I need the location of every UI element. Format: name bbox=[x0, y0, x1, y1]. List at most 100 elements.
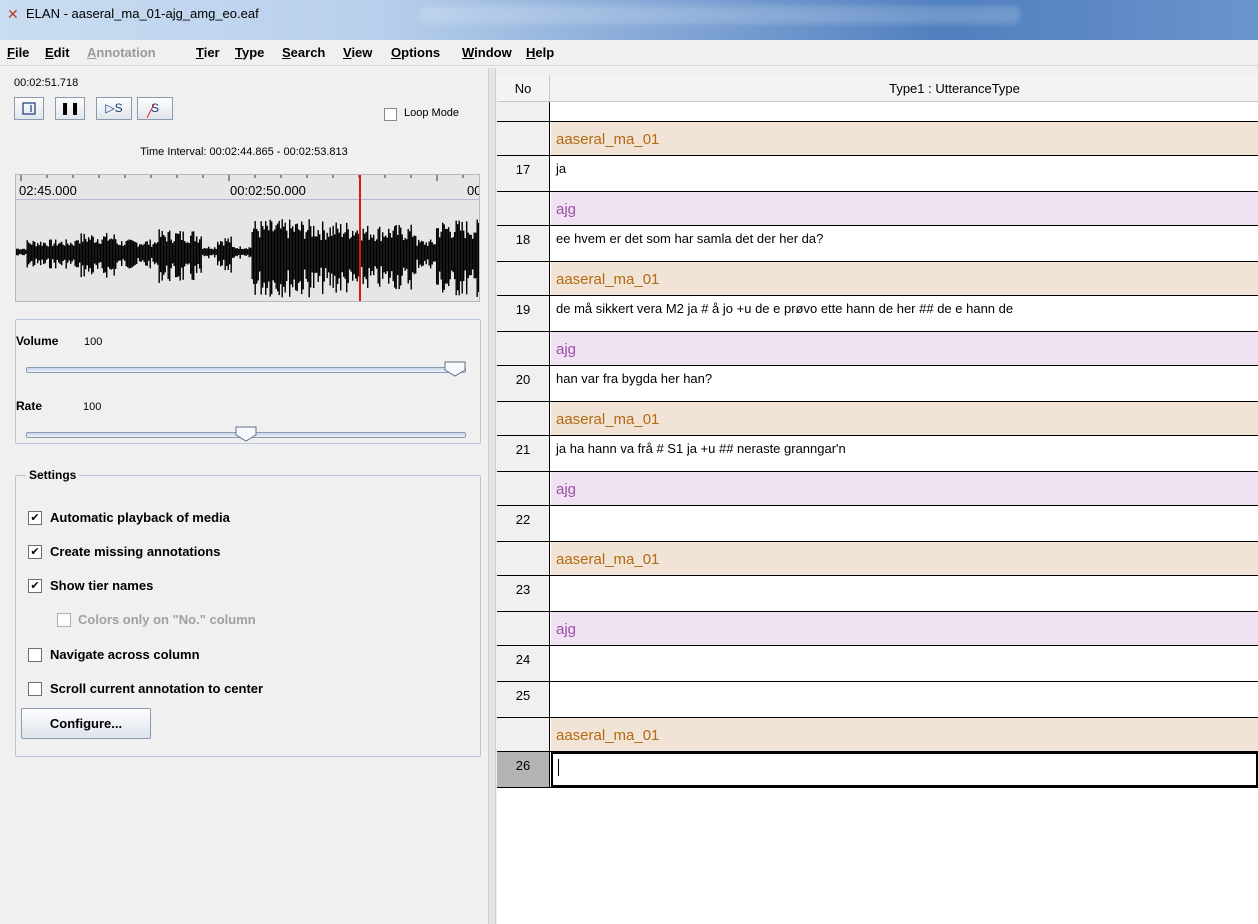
configure-button[interactable]: Configure... bbox=[21, 708, 151, 739]
waveform-sample bbox=[160, 236, 162, 273]
stop-s-button[interactable]: S ╱ bbox=[137, 97, 173, 120]
split-pane-divider[interactable] bbox=[488, 68, 496, 924]
annotation-cell[interactable] bbox=[551, 682, 1258, 717]
table-row[interactable]: 17 ja bbox=[497, 156, 1258, 192]
waveform-sample bbox=[418, 239, 420, 268]
waveform-sample bbox=[400, 227, 402, 286]
tier-name-row[interactable]: ajg bbox=[497, 472, 1258, 506]
rate-slider-thumb[interactable] bbox=[235, 426, 257, 442]
tier-name-cell[interactable]: ajg bbox=[551, 332, 1258, 365]
menu-type[interactable]: Type bbox=[235, 45, 264, 60]
tier-name-row[interactable]: aaseral_ma_01 bbox=[497, 542, 1258, 576]
waveform-sample bbox=[370, 234, 372, 276]
waveform-sample bbox=[220, 241, 222, 267]
scroll-to-center-checkbox[interactable] bbox=[28, 682, 42, 696]
row-number bbox=[497, 122, 550, 155]
waveform-sample bbox=[289, 219, 291, 297]
loop-mode-checkbox[interactable] bbox=[384, 108, 397, 121]
tier-name-row[interactable]: aaseral_ma_01 bbox=[497, 718, 1258, 752]
waveform-sample bbox=[91, 235, 93, 275]
menu-options[interactable]: Options bbox=[391, 45, 440, 60]
volume-slider-thumb[interactable] bbox=[444, 361, 466, 377]
waveform-sample bbox=[233, 247, 235, 258]
tier-name-cell[interactable]: aaseral_ma_01 bbox=[551, 542, 1258, 575]
waveform-sample bbox=[308, 219, 310, 298]
column-header-no[interactable]: No bbox=[497, 75, 550, 102]
table-row[interactable]: 24 bbox=[497, 646, 1258, 682]
pause-button[interactable]: ❚❚ bbox=[55, 97, 85, 120]
waveform-sample bbox=[61, 241, 63, 266]
tier-name-cell[interactable]: ajg bbox=[551, 612, 1258, 645]
tier-name-row[interactable]: ajg bbox=[497, 612, 1258, 646]
annotation-cell[interactable]: de må sikkert vera M2 ja # å jo +u de e … bbox=[551, 296, 1258, 331]
waveform-sample bbox=[430, 239, 432, 269]
auto-playback-checkbox[interactable]: ✔ bbox=[28, 511, 42, 525]
table-row[interactable]: 19 de må sikkert vera M2 ja # å jo +u de … bbox=[497, 296, 1258, 332]
playhead-cursor[interactable] bbox=[359, 175, 361, 301]
colors-only-no-column-checkbox[interactable] bbox=[57, 613, 71, 627]
waveform-viewer[interactable]: 02:45.000 00:02:50.000 00 bbox=[15, 174, 480, 302]
table-row[interactable]: 23 bbox=[497, 576, 1258, 612]
annotation-cell[interactable]: ja bbox=[551, 156, 1258, 191]
waveform-sample bbox=[480, 227, 481, 286]
waveform-sample bbox=[473, 232, 475, 279]
annotation-cell[interactable] bbox=[551, 506, 1258, 541]
table-row[interactable]: 20 han var fra bygda her han? bbox=[497, 366, 1258, 402]
waveform-sample bbox=[439, 237, 441, 272]
waveform-sample bbox=[188, 243, 190, 264]
annotation-cell[interactable]: han var fra bygda her han? bbox=[551, 366, 1258, 401]
checkmark-icon: ✔ bbox=[30, 546, 40, 558]
waveform-sample bbox=[236, 248, 238, 257]
title-bar-blurred-area bbox=[420, 6, 1020, 24]
annotation-cell[interactable] bbox=[551, 576, 1258, 611]
tier-name-cell[interactable]: ajg bbox=[551, 192, 1258, 225]
waveform-sample bbox=[245, 248, 247, 256]
tier-name-row[interactable]: aaseral_ma_01 bbox=[497, 402, 1258, 436]
play-selection-button[interactable] bbox=[14, 97, 44, 120]
menu-tier[interactable]: Tier bbox=[196, 45, 220, 60]
annotation-cell[interactable] bbox=[551, 752, 1258, 787]
tier-name-cell[interactable]: aaseral_ma_01 bbox=[551, 122, 1258, 155]
menu-search[interactable]: Search bbox=[282, 45, 325, 60]
waveform-sample bbox=[176, 233, 178, 278]
waveform-sample bbox=[325, 239, 327, 269]
play-s-button[interactable]: ▷S bbox=[96, 97, 132, 120]
table-row[interactable]: 22 bbox=[497, 506, 1258, 542]
row-number bbox=[497, 472, 550, 505]
menu-file[interactable]: File bbox=[7, 45, 29, 60]
tier-name-row[interactable]: ajg bbox=[497, 192, 1258, 226]
annotation-cell[interactable]: ja ha hann va frå # S1 ja +u ## neraste … bbox=[551, 436, 1258, 471]
create-missing-checkbox[interactable]: ✔ bbox=[28, 545, 42, 559]
row-number: 25 bbox=[497, 682, 550, 717]
tier-name-row[interactable]: aaseral_ma_01 bbox=[497, 262, 1258, 296]
navigate-across-column-checkbox[interactable] bbox=[28, 648, 42, 662]
tier-name-cell[interactable]: aaseral_ma_01 bbox=[551, 262, 1258, 295]
volume-slider-track[interactable] bbox=[26, 367, 466, 373]
row-number: 20 bbox=[497, 366, 550, 401]
waveform-sample bbox=[329, 227, 331, 286]
menu-edit[interactable]: Edit bbox=[45, 45, 70, 60]
table-row[interactable]: 18 ee hvem er det som har samla det der h… bbox=[497, 226, 1258, 262]
current-time: 00:02:51.718 bbox=[14, 77, 79, 89]
table-row[interactable]: 21 ja ha hann va frå # S1 ja +u ## nerast… bbox=[497, 436, 1258, 472]
table-row[interactable] bbox=[497, 102, 1258, 122]
menu-window[interactable]: Window bbox=[462, 45, 512, 60]
annotation-cell[interactable]: ee hvem er det som har samla det der her… bbox=[551, 226, 1258, 261]
tier-name-cell[interactable]: aaseral_ma_01 bbox=[551, 718, 1258, 751]
annotation-cell[interactable] bbox=[551, 646, 1258, 681]
menu-annotation[interactable]: Annotation bbox=[87, 45, 156, 60]
menu-view[interactable]: View bbox=[343, 45, 372, 60]
tier-name-cell[interactable]: ajg bbox=[551, 472, 1258, 505]
waveform-sample bbox=[460, 230, 462, 282]
table-row[interactable]: 25 bbox=[497, 682, 1258, 718]
column-header-type[interactable]: Type1 : UtteranceType bbox=[551, 75, 1258, 102]
show-tier-names-checkbox[interactable]: ✔ bbox=[28, 579, 42, 593]
annotation-cell[interactable] bbox=[551, 102, 1258, 121]
tier-name-cell[interactable]: aaseral_ma_01 bbox=[551, 402, 1258, 435]
table-row[interactable]: 26 bbox=[497, 752, 1258, 788]
tier-name-row[interactable]: aaseral_ma_01 bbox=[497, 122, 1258, 156]
menu-help[interactable]: Help bbox=[526, 45, 554, 60]
tier-name-row[interactable]: ajg bbox=[497, 332, 1258, 366]
waveform-sample bbox=[287, 238, 289, 271]
waveform-sample bbox=[310, 226, 312, 288]
